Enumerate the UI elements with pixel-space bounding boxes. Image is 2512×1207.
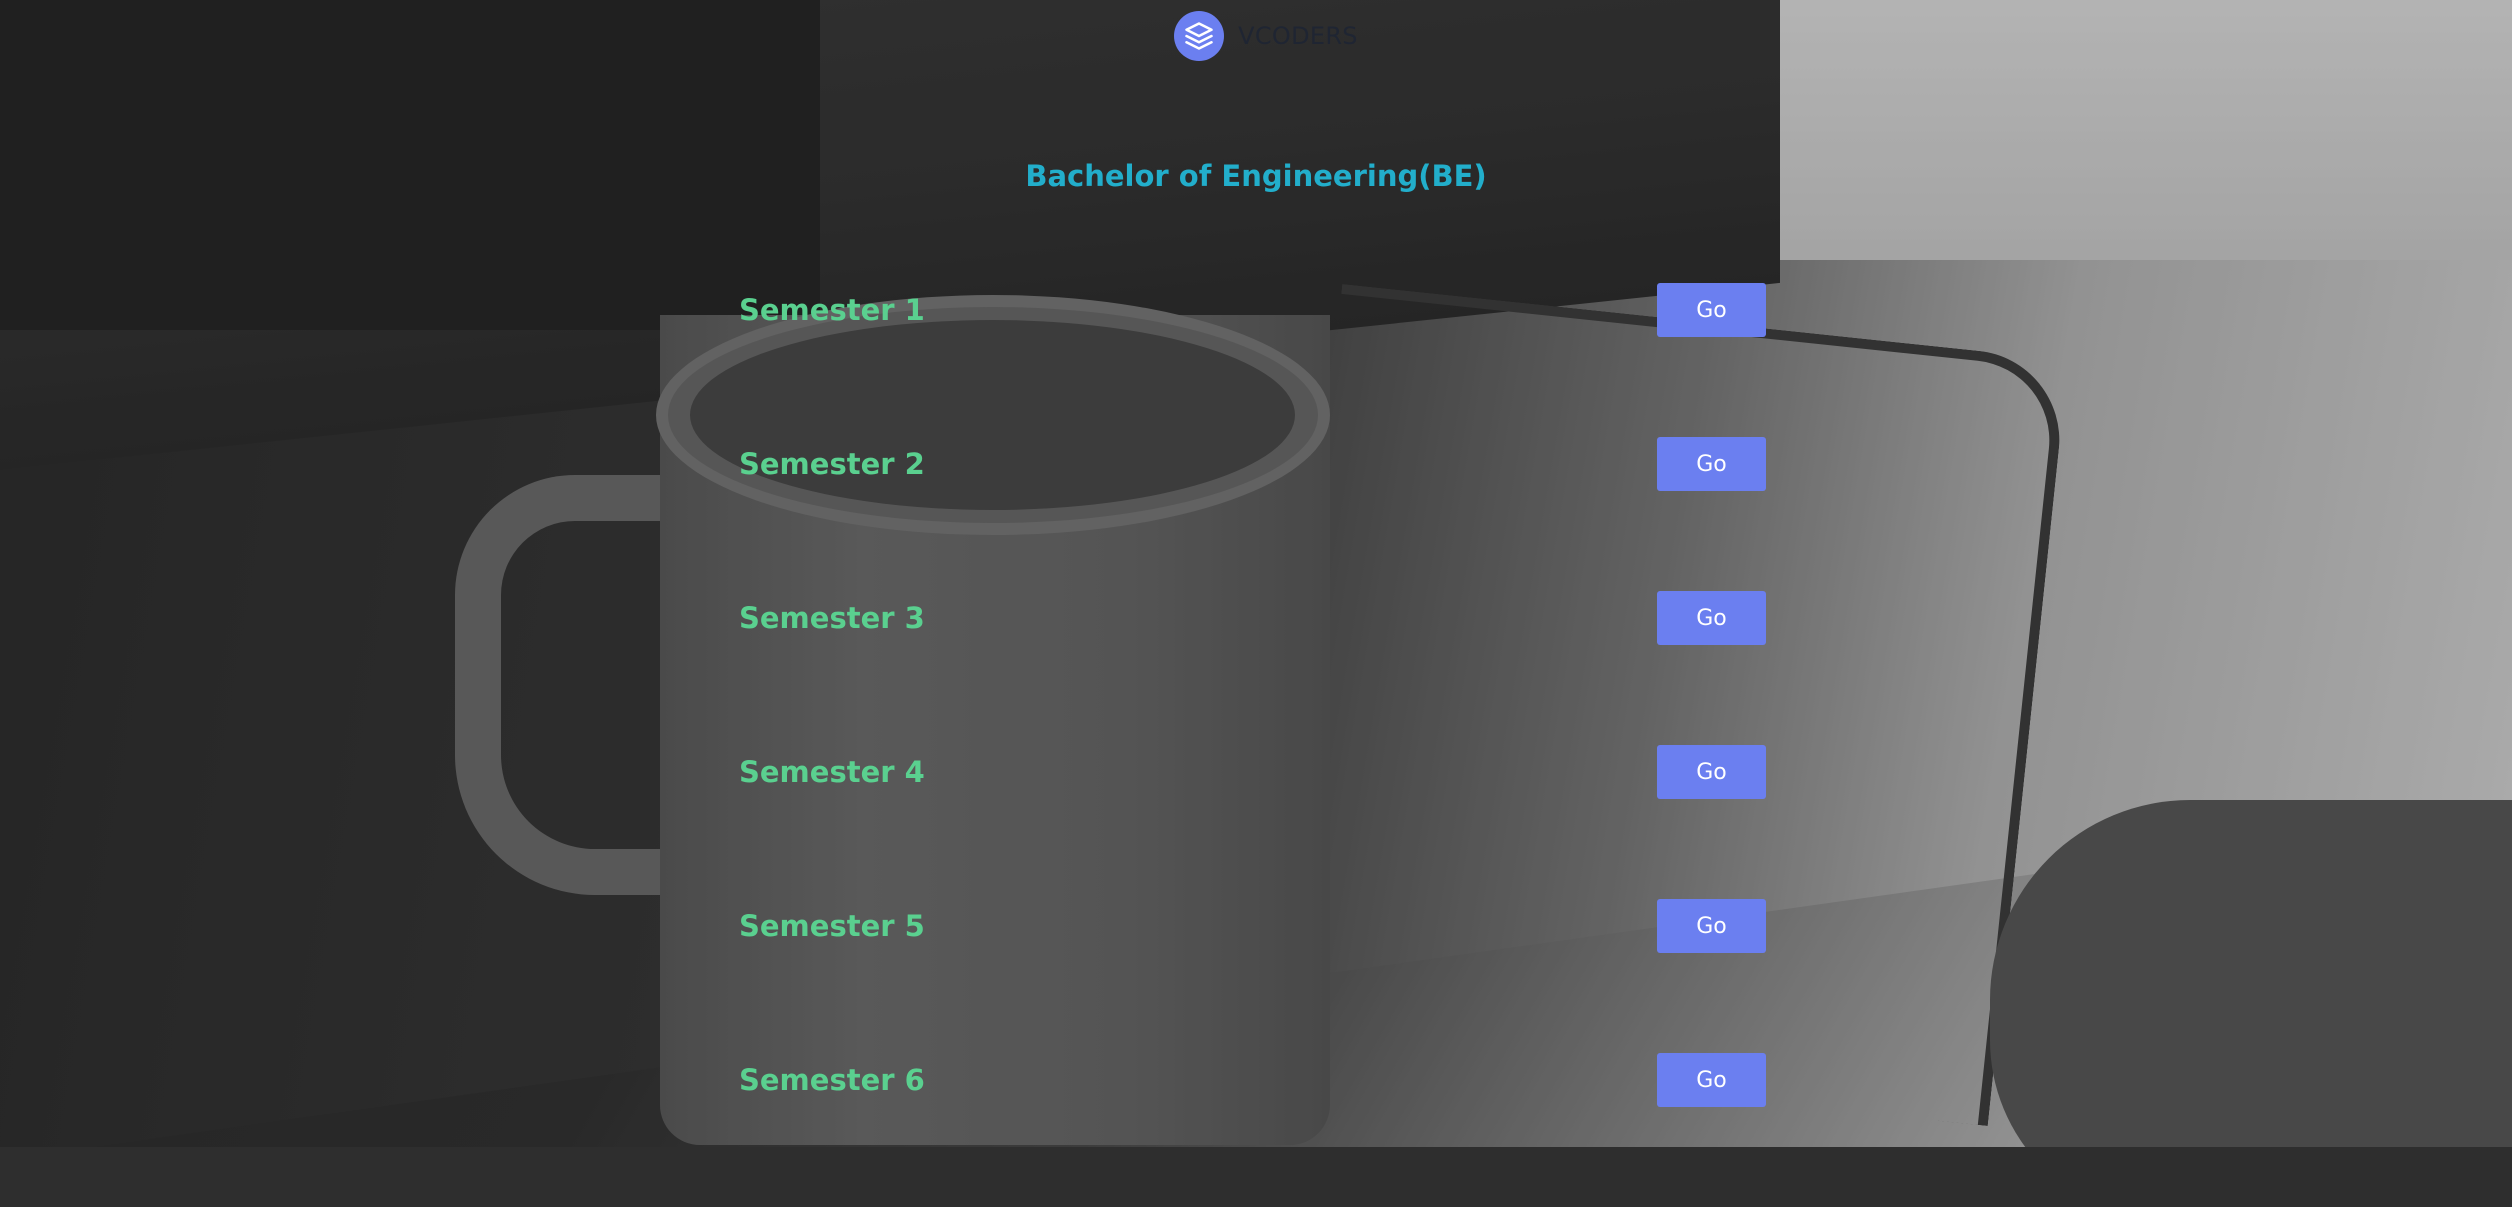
semester-row-4: Semester 4 Go	[739, 745, 1766, 799]
semester-label: Semester 5	[739, 909, 925, 943]
semester-row-2: Semester 2 Go	[739, 437, 1766, 491]
semester-4-go-button[interactable]: Go	[1657, 745, 1766, 799]
semester-row-1: Semester 1 Go	[739, 283, 1766, 337]
page-title: Bachelor of Engineering(BE)	[1025, 159, 1487, 194]
semester-label: Semester 1	[739, 293, 925, 327]
brand-link[interactable]: VCODERS	[1174, 11, 1358, 61]
semester-row-5: Semester 5 Go	[739, 899, 1766, 953]
semester-row-3: Semester 3 Go	[739, 591, 1766, 645]
semester-2-go-button[interactable]: Go	[1657, 437, 1766, 491]
semester-list: Semester 1 Go Semester 2 Go Semester 3 G…	[739, 283, 1766, 1207]
semester-label: Semester 3	[739, 601, 925, 635]
layers-icon	[1174, 11, 1225, 61]
semester-label: Semester 6	[739, 1063, 925, 1097]
semester-label: Semester 2	[739, 447, 925, 481]
semester-label: Semester 4	[739, 755, 925, 789]
site-header: VCODERS	[0, 11, 2512, 61]
semester-3-go-button[interactable]: Go	[1657, 591, 1766, 645]
semester-1-go-button[interactable]: Go	[1657, 283, 1766, 337]
semester-row-6: Semester 6 Go	[739, 1053, 1766, 1107]
semester-6-go-button[interactable]: Go	[1657, 1053, 1766, 1107]
semester-5-go-button[interactable]: Go	[1657, 899, 1766, 953]
brand-name: VCODERS	[1238, 22, 1358, 50]
